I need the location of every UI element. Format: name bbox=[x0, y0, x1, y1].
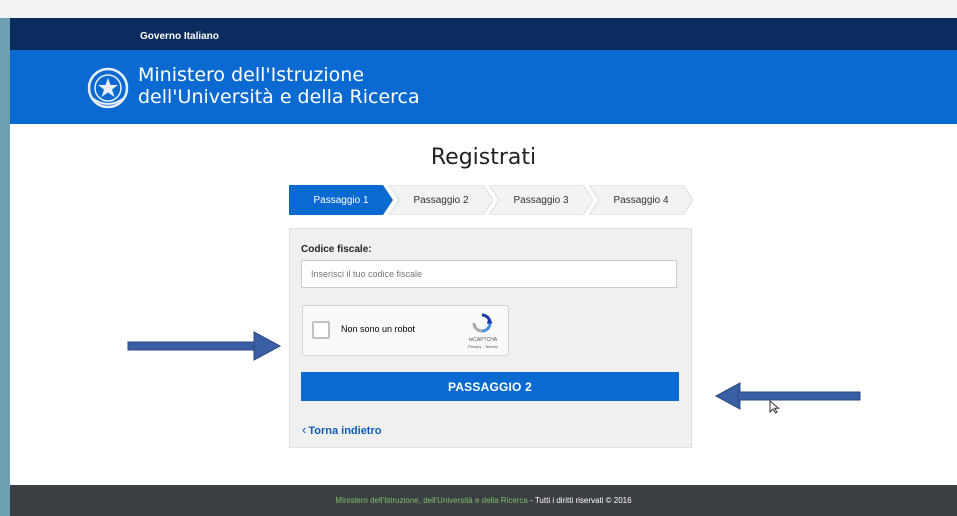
government-bar: Governo Italiano bbox=[10, 18, 957, 50]
step-3: Passaggio 3 bbox=[489, 185, 593, 215]
ministry-title[interactable]: Ministero dell'Istruzione dell'Universit… bbox=[138, 64, 420, 108]
republic-emblem-icon[interactable] bbox=[86, 64, 130, 112]
step-4: Passaggio 4 bbox=[589, 185, 693, 215]
annotation-arrow-left-icon bbox=[714, 382, 861, 410]
footer-rights: - Tutti i diritti riservati © 2016 bbox=[527, 496, 632, 505]
page: Governo Italiano Ministero dell'Istruzio… bbox=[10, 18, 957, 516]
recaptcha-brand: reCAPTCHA bbox=[468, 337, 498, 343]
recaptcha-logo-icon bbox=[472, 313, 493, 333]
chevron-left-icon: ‹ bbox=[302, 422, 307, 437]
government-bar-label[interactable]: Governo Italiano bbox=[140, 31, 219, 42]
codice-fiscale-input[interactable] bbox=[301, 260, 677, 288]
registration-form: Codice fiscale: Non sono un robot reCAPT… bbox=[289, 228, 692, 448]
window-top-border bbox=[0, 0, 957, 18]
recaptcha-label: Non sono un robot bbox=[341, 324, 416, 334]
step-4-label: Passaggio 4 bbox=[613, 194, 669, 206]
mouse-cursor-icon bbox=[769, 400, 780, 414]
codice-fiscale-label: Codice fiscale: bbox=[301, 244, 372, 255]
next-step-button[interactable]: PASSAGGIO 2 bbox=[301, 372, 679, 401]
annotation-arrow-right-icon bbox=[127, 331, 282, 361]
back-link[interactable]: ‹ Torna indietro bbox=[302, 422, 381, 437]
step-2: Passaggio 2 bbox=[389, 185, 493, 215]
recaptcha-checkbox[interactable] bbox=[312, 321, 330, 339]
step-2-label: Passaggio 2 bbox=[413, 194, 469, 206]
step-1-label: Passaggio 1 bbox=[313, 194, 369, 206]
step-3-label: Passaggio 3 bbox=[513, 194, 569, 206]
ministry-title-line2: dell'Università e della Ricerca bbox=[138, 86, 420, 108]
recaptcha-links[interactable]: Privacy - Termini bbox=[458, 344, 508, 349]
step-1: Passaggio 1 bbox=[289, 185, 393, 215]
page-title: Registrati bbox=[430, 145, 537, 170]
ministry-title-line1: Ministero dell'Istruzione bbox=[138, 64, 365, 86]
back-link-label: Torna indietro bbox=[308, 425, 382, 437]
footer: Ministero dell'Istruzione, dell'Universi… bbox=[10, 485, 957, 516]
ministry-header: Ministero dell'Istruzione dell'Universit… bbox=[10, 50, 957, 124]
step-progress: Passaggio 1 Passaggio 2 Passaggio 3 Pass… bbox=[289, 185, 693, 215]
footer-ministry-link[interactable]: Ministero dell'Istruzione, dell'Universi… bbox=[335, 496, 527, 505]
recaptcha-widget: Non sono un robot reCAPTCHA Privacy - Te… bbox=[302, 305, 509, 356]
